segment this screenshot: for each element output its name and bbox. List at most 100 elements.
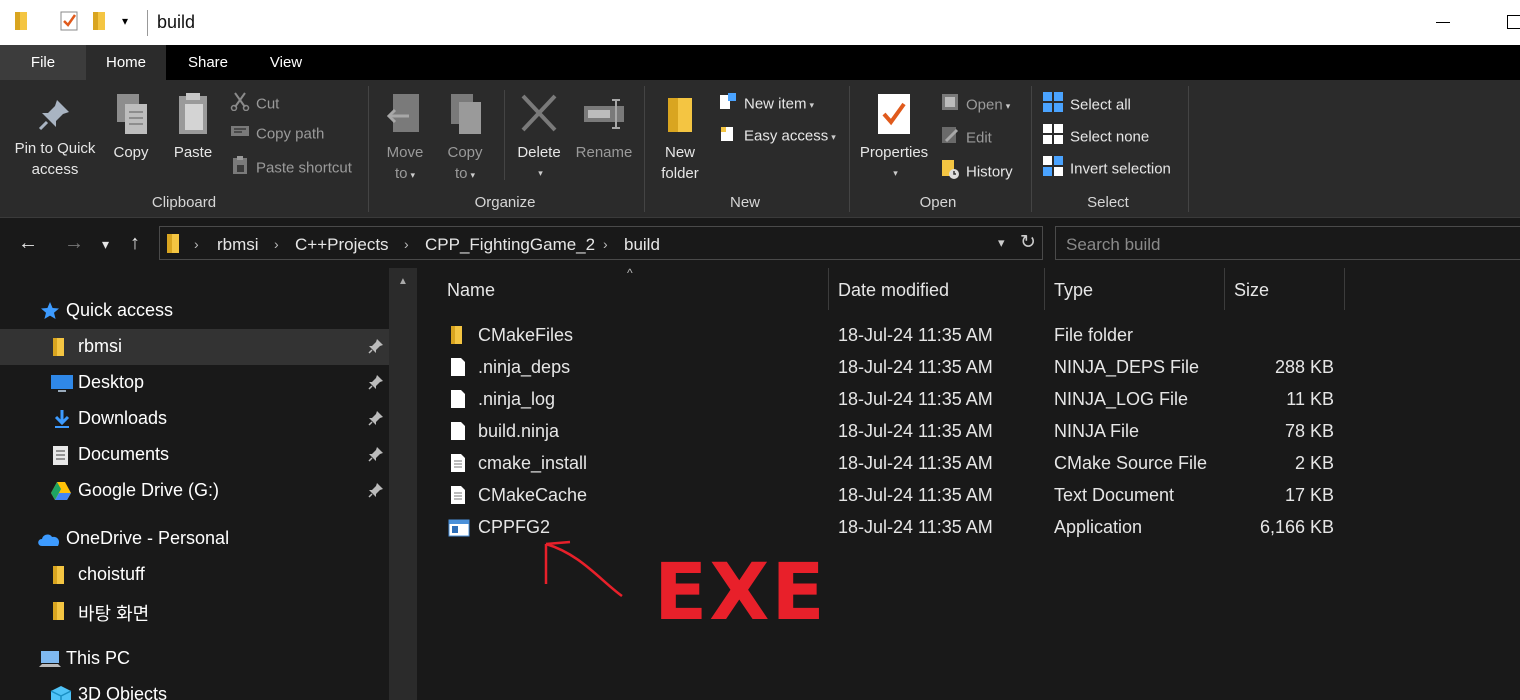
chevron-right-icon[interactable]: › <box>194 236 199 252</box>
maximize-button[interactable] <box>1507 15 1520 29</box>
column-header-size[interactable]: Size <box>1234 280 1269 301</box>
history-button[interactable]: History <box>940 158 1013 180</box>
back-arrow-icon[interactable]: ← <box>18 232 38 255</box>
new-item-button[interactable]: New item ▾ <box>718 91 814 113</box>
nav-item-desktop[interactable]: Desktop <box>0 365 389 401</box>
search-input[interactable]: Search build <box>1066 235 1161 255</box>
address-history-chevron-icon[interactable]: ▾ <box>998 235 1005 251</box>
breadcrumb-cpp-projects[interactable]: C++Projects <box>295 235 389 255</box>
chevron-down-icon: ▾ <box>831 132 836 143</box>
table-row[interactable]: .ninja_deps 18-Jul-24 11:35 AM NINJA_DEP… <box>442 352 1342 384</box>
column-divider[interactable] <box>1344 268 1345 310</box>
select-all-button[interactable]: Select all <box>1042 91 1131 113</box>
minimize-button[interactable] <box>1436 22 1450 23</box>
table-row[interactable]: build.ninja 18-Jul-24 11:35 AM NINJA Fil… <box>442 416 1342 448</box>
table-row[interactable]: CMakeFiles 18-Jul-24 11:35 AM File folde… <box>442 320 1342 352</box>
chevron-right-icon[interactable]: › <box>603 236 608 252</box>
file-name: .ninja_deps <box>478 357 571 377</box>
invert-selection-button[interactable]: Invert selection <box>1042 155 1171 177</box>
select-none-button[interactable]: Select none <box>1042 123 1149 145</box>
nav-item-rbmsi[interactable]: rbmsi <box>0 329 389 365</box>
copy-path-button[interactable]: Copy path <box>230 123 324 145</box>
nav-item-google-drive[interactable]: Google Drive (G:) <box>0 473 389 509</box>
copy-icon <box>117 94 147 134</box>
folder-icon <box>52 601 68 626</box>
new-folder-button[interactable]: New folder <box>654 92 706 184</box>
nav-onedrive[interactable]: OneDrive - Personal <box>0 521 389 557</box>
tab-share[interactable]: Share <box>168 45 248 80</box>
search-box[interactable]: Search build <box>1055 226 1520 260</box>
open-button[interactable]: Open ▾ <box>940 92 1010 114</box>
select-none-label: Select none <box>1070 128 1150 146</box>
move-to-button[interactable]: Move to ▾ <box>380 92 430 186</box>
delete-x-icon <box>521 94 557 132</box>
history-icon <box>940 158 960 187</box>
refresh-icon[interactable]: ↻ <box>1020 231 1036 254</box>
column-divider[interactable] <box>1224 268 1225 310</box>
paste-icon <box>179 93 207 134</box>
properties-button[interactable]: Properties ▾ <box>856 92 932 184</box>
open-group-label: Open <box>919 194 957 211</box>
file-date: 18-Jul-24 11:35 AM <box>838 325 993 345</box>
nav-item-label: Downloads <box>78 408 168 428</box>
chevron-right-icon[interactable]: › <box>274 236 279 252</box>
copy-to-icon <box>451 94 481 134</box>
nav-item-label: 바탕 화면 <box>78 604 150 624</box>
breadcrumb-build[interactable]: build <box>624 235 660 255</box>
customize-toolbar-chevron-icon[interactable]: ▾ <box>122 14 128 28</box>
tab-file[interactable]: File <box>0 45 86 80</box>
breadcrumb-rbmsi[interactable]: rbmsi <box>217 235 259 255</box>
forward-arrow-icon[interactable]: → <box>64 232 84 255</box>
cut-label: Cut <box>256 95 280 113</box>
file-icon <box>450 389 466 414</box>
edit-button[interactable]: Edit <box>940 125 992 147</box>
organize-group-label: Organize <box>474 194 536 211</box>
chevron-right-icon[interactable]: › <box>404 236 409 252</box>
copy-to-button[interactable]: Copy to ▾ <box>440 92 490 186</box>
nav-scrollbar[interactable]: ▲ <box>389 268 417 700</box>
address-bar[interactable]: › rbmsi › C++Projects › CPP_FightingGame… <box>159 226 1043 260</box>
nav-item-3d-objects[interactable]: 3D Objects <box>0 677 389 700</box>
paste-shortcut-button[interactable]: Paste shortcut <box>230 155 352 177</box>
properties-icon <box>878 94 910 134</box>
nav-item-choistuff[interactable]: choistuff <box>0 557 389 593</box>
rename-button[interactable]: Rename <box>572 92 636 163</box>
group-divider <box>368 86 369 212</box>
pin-icon <box>368 446 384 467</box>
column-divider[interactable] <box>828 268 829 310</box>
column-header-type[interactable]: Type <box>1054 280 1093 301</box>
cube-3d-icon <box>50 685 72 700</box>
table-row[interactable]: cmake_install 18-Jul-24 11:35 AM CMake S… <box>442 448 1342 480</box>
pin-to-quick-access-button[interactable]: Pin to Quick access <box>8 96 102 180</box>
properties-quick-icon[interactable] <box>60 10 78 37</box>
scroll-up-icon[interactable]: ▲ <box>398 276 408 287</box>
nav-quick-access[interactable]: Quick access <box>0 293 389 329</box>
breadcrumb-cpp-fightinggame-2[interactable]: CPP_FightingGame_2 <box>425 235 595 255</box>
cut-button[interactable]: Cut <box>230 91 279 113</box>
column-header-name[interactable]: Name <box>447 280 495 301</box>
tab-view[interactable]: View <box>248 45 324 80</box>
nav-this-pc[interactable]: This PC <box>0 641 389 677</box>
column-header-date[interactable]: Date modified <box>838 280 949 301</box>
tab-home[interactable]: Home <box>86 45 166 80</box>
new-folder-quick-icon[interactable] <box>92 10 110 37</box>
paste-button[interactable]: Paste <box>170 92 216 163</box>
table-row[interactable]: .ninja_log 18-Jul-24 11:35 AM NINJA_LOG … <box>442 384 1342 416</box>
nav-item-documents[interactable]: Documents <box>0 437 389 473</box>
table-row[interactable]: CMakeCache 18-Jul-24 11:35 AM Text Docum… <box>442 480 1342 512</box>
file-icon <box>450 421 466 446</box>
move-to-label-line1: Move <box>386 144 424 161</box>
copy-button[interactable]: Copy <box>108 92 154 163</box>
title-bar: ▾ build <box>0 0 1520 45</box>
delete-button[interactable]: Delete ▾ <box>514 92 564 184</box>
recent-locations-chevron-icon[interactable]: ▾ <box>102 236 109 253</box>
nav-item-label: choistuff <box>78 564 145 584</box>
column-divider[interactable] <box>1044 268 1045 310</box>
up-arrow-icon[interactable]: ↑ <box>130 232 140 255</box>
easy-access-button[interactable]: Easy access ▾ <box>718 123 836 145</box>
computer-icon <box>38 649 62 674</box>
nav-item-onedrive-desktop[interactable]: 바탕 화면 <box>0 593 389 629</box>
nav-item-label: Documents <box>78 444 170 464</box>
move-to-icon <box>386 94 419 132</box>
nav-item-downloads[interactable]: Downloads <box>0 401 389 437</box>
